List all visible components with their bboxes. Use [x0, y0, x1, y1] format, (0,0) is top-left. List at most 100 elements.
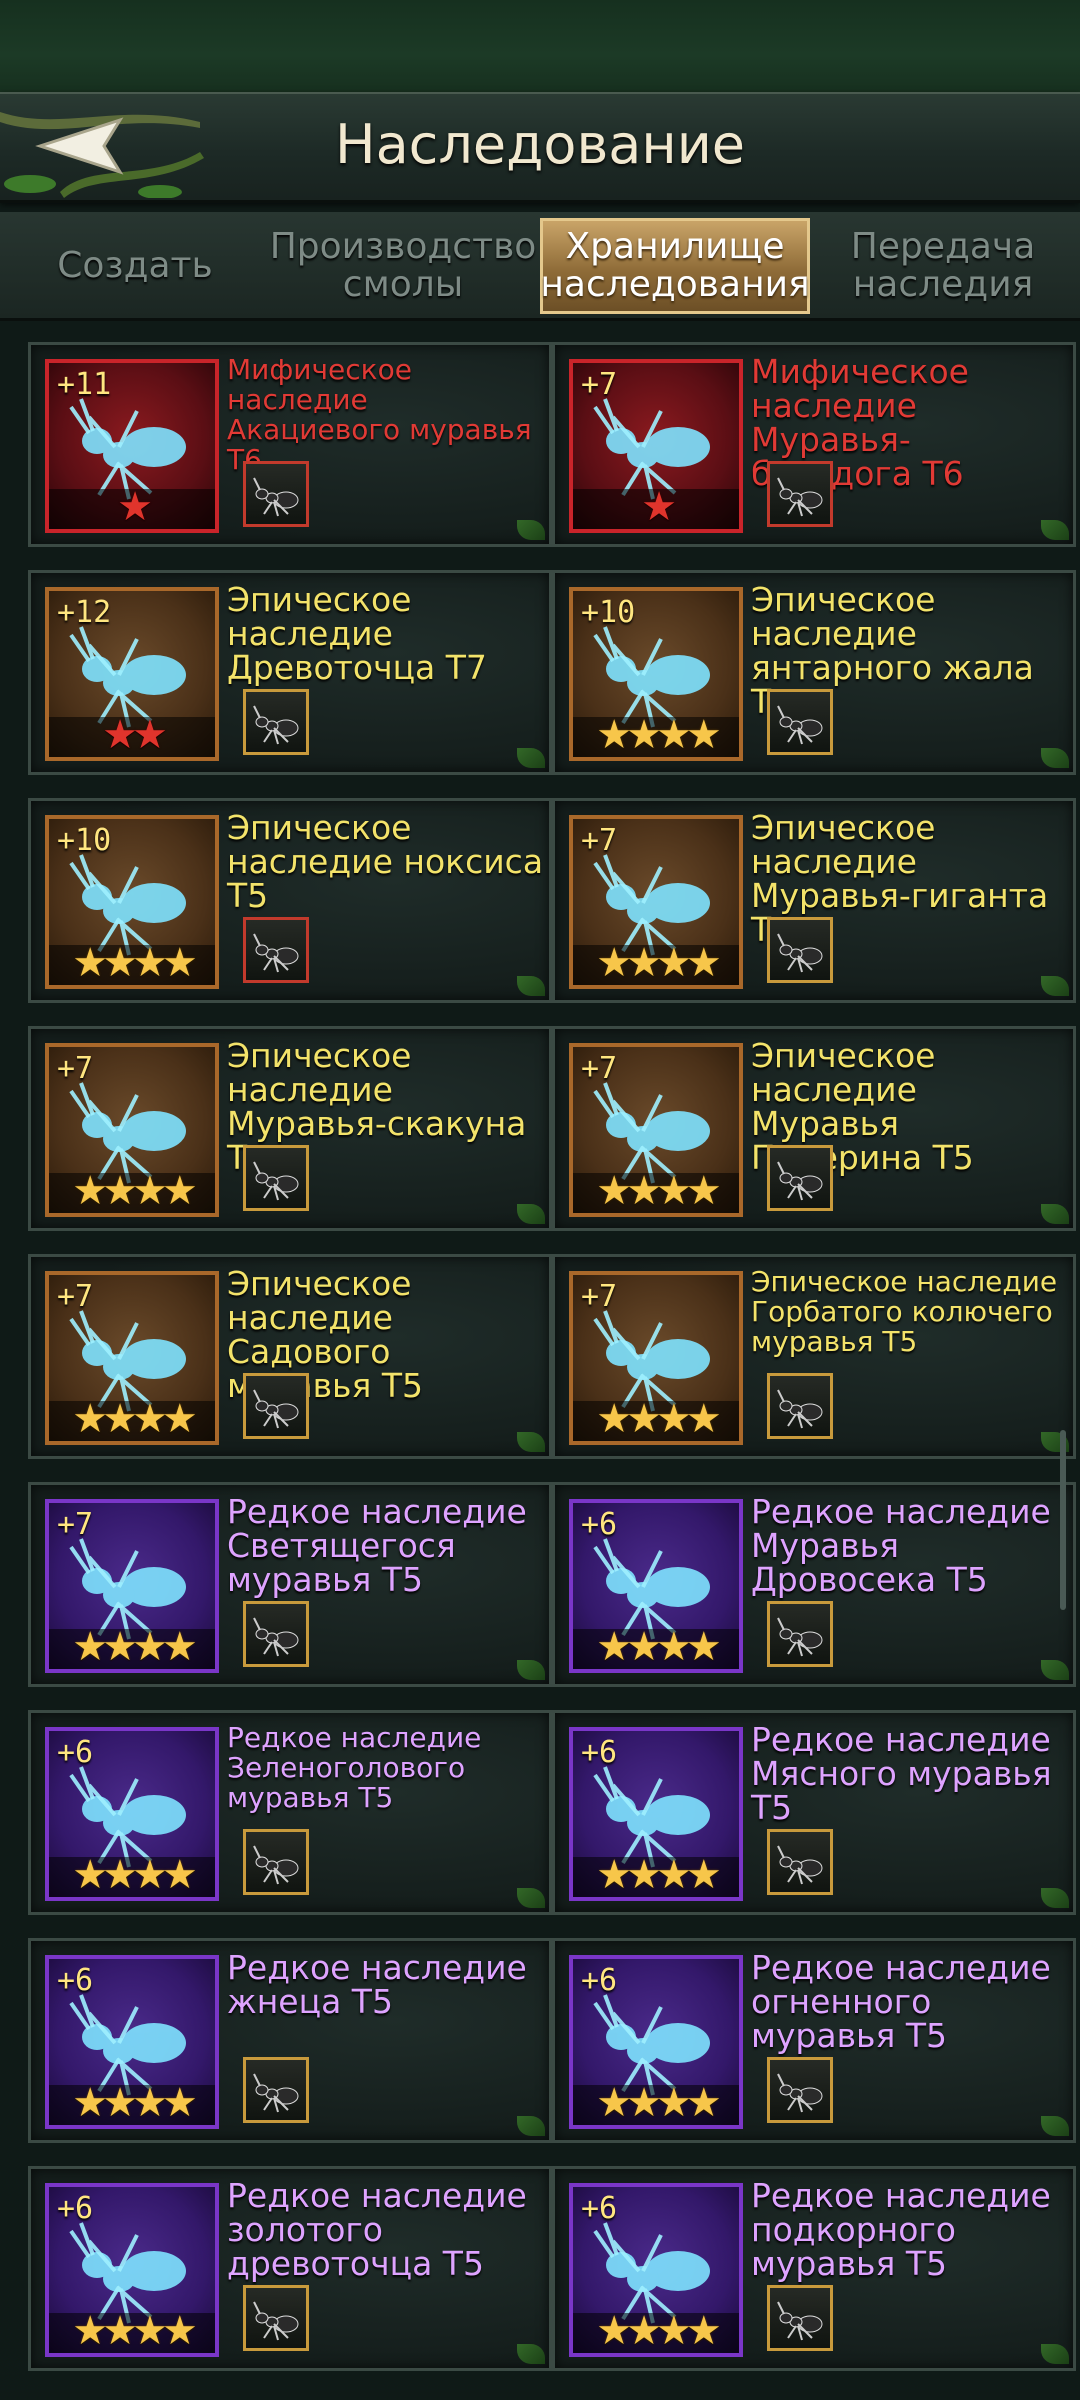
- inheritance-card[interactable]: +7 ★★★★ Эпическое наследие Горбатого колюч…: [552, 1254, 1076, 1459]
- star-icon: ★: [102, 1168, 138, 1214]
- tab-inheritance-storage[interactable]: Хранилище наследования: [540, 218, 810, 314]
- inheritance-card[interactable]: +7 ★★★★ Эпическое наследие Муравья-гиганта…: [552, 798, 1076, 1003]
- star-rating: ★★★★: [573, 1855, 739, 1895]
- inheritance-card[interactable]: +7 ★★★★ Эпическое наследие Муравья-скакуна…: [28, 1026, 552, 1231]
- star-rating: ★★★★: [573, 1627, 739, 1667]
- star-rating: ★★★★: [49, 1399, 215, 1439]
- source-ant-thumbnail[interactable]: [243, 1145, 309, 1211]
- star-icon: ★: [626, 1168, 662, 1214]
- star-icon: ★: [685, 2080, 722, 2126]
- star-icon: ★: [596, 1396, 632, 1442]
- scrollbar[interactable]: [1060, 1430, 1066, 1610]
- inheritance-card[interactable]: +7 ★ Мифическое наследие Муравья-бульдога …: [552, 342, 1076, 547]
- page-title: Наследование: [334, 113, 746, 176]
- star-icon: ★: [72, 2308, 108, 2354]
- tab-inheritance-transfer[interactable]: Передача наследия: [812, 218, 1074, 314]
- source-ant-thumbnail[interactable]: [767, 1601, 833, 1667]
- leaf-decoration: [517, 1660, 545, 1680]
- inheritance-card[interactable]: +7 ★★★★ Редкое наследие Светящегося муравь…: [28, 1482, 552, 1687]
- item-level: +6: [57, 1735, 94, 1770]
- inheritance-card[interactable]: +10 ★★★★ Эпическое наследие ноксиса Т5: [28, 798, 552, 1003]
- star-rating: ★: [573, 487, 739, 527]
- star-icon: ★: [596, 940, 632, 986]
- star-rating: ★★★★: [49, 1855, 215, 1895]
- star-icon: ★: [656, 2308, 692, 2354]
- inheritance-card[interactable]: +7 ★★★★ Эпическое наследие Муравья Понерин…: [552, 1026, 1076, 1231]
- tab-resin-production[interactable]: Производство смолы: [270, 218, 537, 314]
- item-level: +6: [57, 1963, 94, 1998]
- inheritance-card[interactable]: +6 ★★★★ Редкое наследие огненного муравья …: [552, 1938, 1076, 2143]
- source-ant-thumbnail[interactable]: [243, 461, 309, 527]
- source-ant-thumbnail[interactable]: [243, 1373, 309, 1439]
- leaf-decoration: [1041, 1204, 1069, 1224]
- ant-portrait: +7 ★★★★: [45, 1499, 219, 1673]
- inheritance-card[interactable]: +12 ★★ Эпическое наследие Древоточца Т7: [28, 570, 552, 775]
- leaf-decoration: [517, 520, 545, 540]
- leaf-decoration: [1041, 1660, 1069, 1680]
- star-icon: ★: [161, 1852, 198, 1898]
- inheritance-card[interactable]: +10 ★★★★ Эпическое наследие янтарного жала…: [552, 570, 1076, 775]
- star-icon: ★: [102, 2080, 138, 2126]
- star-icon: ★: [161, 2080, 198, 2126]
- source-ant-thumbnail[interactable]: [767, 1145, 833, 1211]
- ant-portrait: +10 ★★★★: [45, 815, 219, 989]
- star-rating: ★★★★: [573, 2311, 739, 2351]
- source-ant-thumbnail[interactable]: [767, 917, 833, 983]
- source-ant-thumbnail[interactable]: [767, 2285, 833, 2351]
- item-level: +7: [57, 1051, 94, 1086]
- item-name: Редкое наследие Муравья Дровосека Т5: [751, 1492, 1051, 1599]
- inheritance-card[interactable]: +6 ★★★★ Редкое наследие жнеца Т5: [28, 1938, 552, 2143]
- item-level: +10: [57, 823, 112, 858]
- leaf-decoration: [1041, 2116, 1069, 2136]
- source-ant-thumbnail[interactable]: [243, 1601, 309, 1667]
- ant-thumbnail-icon: [253, 705, 299, 745]
- leaf-decoration: [1041, 1888, 1069, 1908]
- star-rating: ★★★★: [573, 943, 739, 983]
- star-icon: ★: [626, 1624, 662, 1670]
- source-ant-thumbnail[interactable]: [767, 689, 833, 755]
- star-icon: ★: [596, 712, 632, 758]
- source-ant-thumbnail[interactable]: [767, 461, 833, 527]
- ant-thumbnail-icon: [777, 477, 823, 517]
- source-ant-thumbnail[interactable]: [767, 1829, 833, 1895]
- star-icon: ★: [626, 2308, 662, 2354]
- source-ant-thumbnail[interactable]: [243, 917, 309, 983]
- star-icon: ★: [132, 712, 168, 758]
- source-ant-thumbnail[interactable]: [243, 2285, 309, 2351]
- item-level: +7: [57, 1507, 94, 1542]
- leaf-decoration: [517, 1204, 545, 1224]
- item-level: +7: [581, 823, 618, 858]
- star-icon: ★: [656, 1624, 692, 1670]
- source-ant-thumbnail[interactable]: [767, 2057, 833, 2123]
- item-level: +12: [57, 595, 112, 630]
- inheritance-card[interactable]: +6 ★★★★ Редкое наследие Мясного муравья Т5: [552, 1710, 1076, 1915]
- leaf-decoration: [1041, 2344, 1069, 2364]
- star-icon: ★: [656, 1396, 692, 1442]
- star-icon: ★: [132, 1168, 168, 1214]
- inheritance-card[interactable]: +6 ★★★★ Редкое наследие Зеленоголового мур…: [28, 1710, 552, 1915]
- source-ant-thumbnail[interactable]: [243, 689, 309, 755]
- star-icon: ★: [102, 712, 138, 758]
- ant-portrait: +11 ★: [45, 359, 219, 533]
- item-name: Редкое наследие золотого древоточца Т5: [227, 2176, 527, 2283]
- inheritance-card[interactable]: +6 ★★★★ Редкое наследие Муравья Дровосека …: [552, 1482, 1076, 1687]
- inheritance-card[interactable]: +7 ★★★★ Эпическое наследие Садового муравь…: [28, 1254, 552, 1459]
- inheritance-card[interactable]: +11 ★ Мифическое наследие Акациевого мурав…: [28, 342, 552, 547]
- ant-thumbnail-icon: [253, 1617, 299, 1657]
- star-rating: ★★★★: [49, 943, 215, 983]
- inheritance-card[interactable]: +6 ★★★★ Редкое наследие подкорного муравья…: [552, 2166, 1076, 2371]
- ant-thumbnail-icon: [253, 933, 299, 973]
- star-icon: ★: [161, 940, 198, 986]
- inheritance-card[interactable]: +6 ★★★★ Редкое наследие золотого древоточц…: [28, 2166, 552, 2371]
- ant-thumbnail-icon: [253, 1845, 299, 1885]
- ant-portrait: +6 ★★★★: [45, 1727, 219, 1901]
- source-ant-thumbnail[interactable]: [767, 1373, 833, 1439]
- source-ant-thumbnail[interactable]: [243, 2057, 309, 2123]
- source-ant-thumbnail[interactable]: [243, 1829, 309, 1895]
- item-level: +6: [581, 1507, 618, 1542]
- star-rating: ★★★★: [49, 2311, 215, 2351]
- leaf-decoration: [517, 1888, 545, 1908]
- star-rating: ★★★★: [49, 2083, 215, 2123]
- leaf-decoration: [517, 2344, 545, 2364]
- tab-create[interactable]: Создать: [4, 218, 266, 314]
